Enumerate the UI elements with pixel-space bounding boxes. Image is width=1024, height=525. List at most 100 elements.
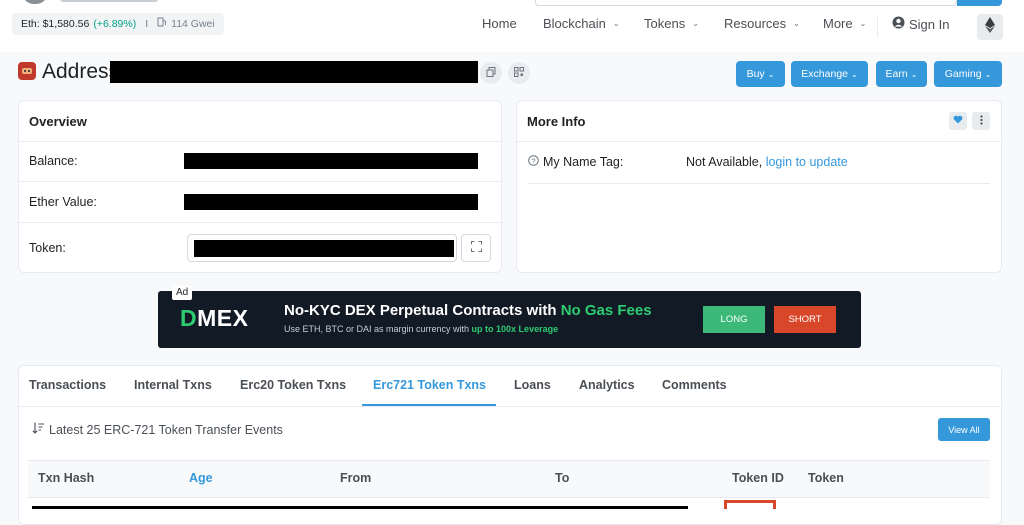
chevron-down-icon: ⌄: [984, 69, 992, 79]
etherscan-logo-icon[interactable]: [22, 0, 48, 4]
qr-code-icon: [514, 64, 524, 82]
row-divider: [19, 181, 501, 182]
chevron-down-icon: ⌄: [612, 19, 620, 28]
ad-subline: Use ETH, BTC or DAI as margin currency w…: [284, 324, 558, 334]
eth-price-change: (+6.89%): [93, 18, 137, 30]
row-divider: [19, 222, 501, 223]
tab-erc721-token-txns[interactable]: Erc721 Token Txns: [373, 378, 486, 392]
address-avatar-icon: [18, 62, 36, 80]
column-from: From: [340, 471, 372, 485]
nav-more-label: More: [823, 16, 853, 31]
favorite-button[interactable]: [949, 112, 967, 130]
ad-banner[interactable]: DMEX No-KYC DEX Perpetual Contracts with…: [158, 291, 861, 348]
tab-internal-txns[interactable]: Internal Txns: [134, 378, 212, 392]
sign-in-label: Sign In: [909, 16, 950, 32]
copy-icon: [486, 64, 496, 82]
dmex-logo-d: D: [180, 305, 198, 331]
svg-text:?: ?: [531, 156, 535, 165]
tab-analytics[interactable]: Analytics: [579, 378, 635, 392]
network-switch-button[interactable]: [977, 14, 1003, 40]
heart-icon: [953, 115, 963, 127]
column-age[interactable]: Age: [189, 471, 213, 485]
nav-tokens-label: Tokens: [644, 16, 686, 31]
column-token-id: Token ID: [732, 471, 784, 485]
more-options-button[interactable]: [972, 112, 990, 130]
ad-short-button[interactable]: SHORT: [774, 306, 836, 333]
token-label: Token:: [29, 241, 66, 255]
chevron-down-icon: ⌄: [767, 69, 775, 79]
buy-button[interactable]: Buy ⌄: [736, 61, 785, 87]
nav-more[interactable]: More ⌄: [823, 16, 866, 31]
chevron-down-icon: ⌄: [692, 19, 699, 28]
ad-headline-accent: No Gas Fees: [560, 302, 652, 319]
nav-divider: [877, 16, 878, 38]
tab-erc20-token-txns[interactable]: Erc20 Token Txns: [240, 378, 346, 392]
nav-resources-label: Resources: [724, 16, 787, 31]
token-expand-button[interactable]: [461, 234, 491, 262]
buy-label: Buy: [746, 68, 765, 80]
ad-subline-accent: up to 100x Leverage: [471, 324, 559, 334]
question-circle-icon: ?: [528, 155, 539, 169]
nav-tokens[interactable]: Tokens ⌄: [644, 16, 699, 31]
nav-home-label: Home: [482, 16, 517, 31]
chevron-down-icon: ⌄: [851, 69, 858, 79]
redacted-token: [194, 240, 454, 257]
sort-amount-icon: [32, 422, 45, 437]
logo-wordmark[interactable]: [60, 0, 158, 2]
tabs-divider: [19, 406, 1001, 407]
login-to-update-link[interactable]: login to update: [766, 155, 848, 169]
copy-address-button[interactable]: [480, 62, 502, 84]
column-txn-hash: Txn Hash: [38, 471, 95, 485]
chevron-down-icon: ⌄: [793, 19, 800, 28]
ether-value-label: Ether Value:: [29, 195, 97, 209]
nav-blockchain[interactable]: Blockchain ⌄: [543, 16, 620, 31]
column-token: Token: [808, 471, 844, 485]
chevron-down-icon: ⌄: [910, 69, 918, 79]
overview-title: Overview: [19, 101, 501, 142]
tab-transactions[interactable]: Transactions: [29, 378, 106, 392]
eth-price-pill: Eth: $1,580.56 (+6.89%) I 114 Gwei: [12, 13, 224, 35]
gas-pump-icon: [157, 13, 167, 35]
token-id-thumbnail[interactable]: [724, 500, 776, 509]
top-navbar: Eth: $1,580.56 (+6.89%) I 114 Gwei Home …: [0, 0, 1024, 52]
ad-subline-main: Use ETH, BTC or DAI as margin currency w…: [284, 324, 472, 334]
balance-label: Balance:: [29, 154, 78, 168]
qr-code-button[interactable]: [508, 62, 530, 84]
exchange-label: Exchange: [801, 68, 848, 80]
ad-long-button[interactable]: LONG: [703, 306, 765, 333]
sign-in-link[interactable]: Sign In: [892, 16, 949, 32]
price-divider: I: [145, 18, 149, 30]
gaming-button[interactable]: Gaming ⌄: [934, 61, 1002, 87]
nav-resources[interactable]: Resources ⌄: [724, 16, 800, 31]
nav-home[interactable]: Home: [482, 16, 517, 31]
gas-price: 114 Gwei: [171, 18, 215, 30]
chevron-down-icon: ⌄: [859, 19, 867, 28]
search-input[interactable]: [535, 0, 957, 6]
name-tag-value-row: Not Available, login to update: [686, 155, 848, 169]
expand-icon: [470, 239, 482, 257]
name-tag-value: Not Available,: [686, 155, 763, 169]
more-info-card: More Info: [516, 100, 1002, 273]
vertical-dots-icon: [979, 114, 983, 128]
table-header-row: [28, 460, 990, 498]
view-all-button[interactable]: View All: [938, 418, 990, 441]
dmex-logo-rest: MEX: [197, 305, 249, 331]
redacted-address: [110, 61, 478, 83]
column-to: To: [555, 471, 570, 485]
dmex-logo: DMEX: [180, 305, 248, 332]
user-circle-icon: [892, 16, 905, 32]
gaming-label: Gaming: [944, 68, 982, 80]
events-heading: Latest 25 ERC-721 Token Transfer Events: [32, 422, 283, 437]
nav-blockchain-label: Blockchain: [543, 16, 606, 31]
earn-button[interactable]: Earn ⌄: [876, 61, 927, 87]
exchange-button[interactable]: Exchange ⌄: [791, 61, 868, 87]
search-button[interactable]: [957, 0, 1002, 6]
events-heading-text: Latest 25 ERC-721 Token Transfer Events: [49, 422, 283, 437]
ad-headline-main: No-KYC DEX Perpetual Contracts with: [284, 302, 561, 319]
redacted-ether-value: [184, 194, 478, 210]
tab-comments[interactable]: Comments: [662, 378, 727, 392]
row-divider: [528, 183, 990, 184]
tab-loans[interactable]: Loans: [514, 378, 551, 392]
redacted-balance: [184, 153, 478, 169]
ad-headline: No-KYC DEX Perpetual Contracts with No G…: [284, 302, 652, 319]
